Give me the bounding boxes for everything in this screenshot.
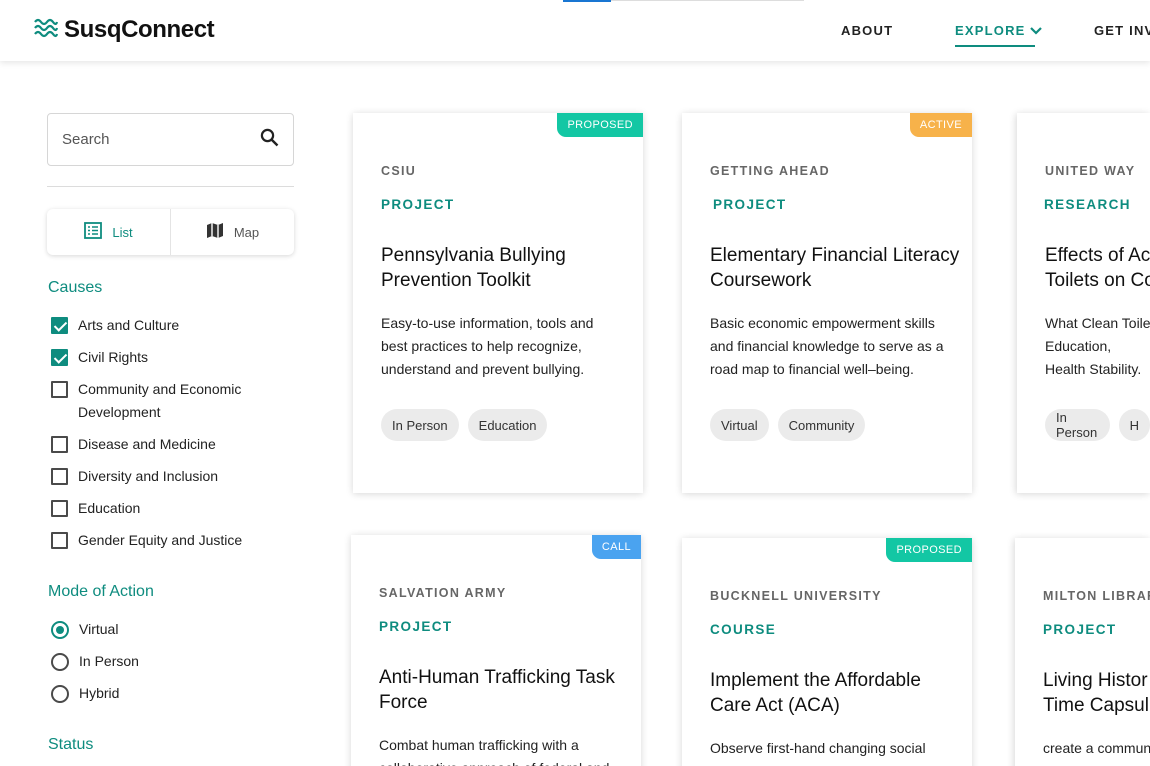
waves-logo-icon [34, 17, 59, 44]
mode-label: In Person [79, 653, 139, 669]
card-type: PROJECT [379, 619, 453, 634]
nav-about[interactable]: ABOUT [841, 23, 893, 38]
nav-get-involved[interactable]: GET INV [1094, 23, 1150, 38]
card-tags: In Person Education [381, 409, 548, 441]
map-view-label: Map [233, 224, 260, 240]
card-tags: Virtual Community [710, 409, 866, 441]
map-icon [206, 222, 224, 242]
tag-chip[interactable]: Education [467, 409, 548, 441]
card-description: What Clean Toile Education, Health Stabi… [1045, 315, 1150, 377]
card-title[interactable]: Effects of Ac Toilets on Co [1045, 243, 1150, 293]
mode-filter-list: Virtual In Person Hybrid [51, 618, 291, 714]
checkbox[interactable] [51, 468, 68, 485]
cause-gender-equity[interactable]: Gender Equity and Justice [51, 529, 291, 561]
mode-hybrid[interactable]: Hybrid [51, 682, 291, 714]
card-title[interactable]: Pennsylvania Bullying Prevention Toolkit [381, 243, 631, 293]
causes-filter-list: Arts and Culture Civil Rights Community … [51, 314, 291, 561]
checkbox[interactable] [51, 436, 68, 453]
card-organization: GETTING AHEAD [710, 164, 830, 178]
mode-in-person[interactable]: In Person [51, 650, 291, 682]
card-description: Basic economic empowerment skills and fi… [710, 315, 944, 377]
page-progress-bar [563, 0, 804, 2]
card-type: COURSE [710, 622, 777, 637]
status-badge: PROPOSED [557, 113, 643, 137]
search-icon[interactable] [260, 128, 279, 152]
list-view-label: List [112, 224, 133, 240]
cause-civil-rights[interactable]: Civil Rights [51, 346, 291, 378]
radio-button[interactable] [51, 653, 69, 671]
search-input[interactable] [62, 131, 252, 148]
mode-label: Hybrid [79, 685, 120, 701]
card-title[interactable]: Elementary Financial Literacy Coursework [710, 243, 960, 293]
tag-chip[interactable]: Community [777, 409, 866, 441]
view-toggle: List Map [47, 209, 294, 255]
cause-label: Gender Equity and Justice [78, 532, 243, 548]
card-organization: BUCKNELL UNIVERSITY [710, 589, 882, 603]
opportunity-card[interactable]: CALL SALVATION ARMY PROJECT Anti-Human T… [351, 535, 641, 766]
cause-disease-medicine[interactable]: Disease and Medicine [51, 433, 291, 465]
checkbox[interactable] [51, 317, 68, 334]
cause-label: Community and Economic Development [78, 381, 242, 420]
cause-label: Arts and Culture [78, 317, 180, 333]
causes-title: Causes [48, 279, 103, 296]
card-organization: UNITED WAY [1045, 164, 1136, 178]
mode-virtual[interactable]: Virtual [51, 618, 291, 650]
card-title[interactable]: Living Histor Time Capsul [1043, 668, 1150, 718]
radio-button[interactable] [51, 685, 69, 703]
tag-chip[interactable]: In Person [1045, 409, 1110, 441]
checkbox[interactable] [51, 381, 68, 398]
list-view-button[interactable]: List [47, 209, 171, 255]
card-description: Combat human trafficking with a collabor… [379, 737, 609, 766]
map-view-button[interactable]: Map [171, 209, 294, 255]
opportunity-card[interactable]: PROPOSED BUCKNELL UNIVERSITY COURSE Impl… [682, 538, 972, 766]
tag-chip[interactable]: In Person [381, 409, 459, 441]
mode-title: Mode of Action [48, 583, 154, 600]
site-header: SusqConnect ABOUT EXPLORE GET INV [0, 0, 1150, 61]
nav-explore-label: EXPLORE [955, 23, 1026, 38]
card-organization: MILTON LIBRAR [1043, 589, 1150, 603]
cause-label: Civil Rights [78, 349, 149, 365]
sidebar-divider [47, 186, 294, 187]
cause-label: Education [78, 500, 141, 516]
checkbox[interactable] [51, 532, 68, 549]
card-type: PROJECT [713, 197, 787, 212]
card-description: Easy-to-use information, tools and best … [381, 315, 594, 377]
chevron-down-icon [1029, 23, 1042, 38]
cause-label: Diversity and Inclusion [78, 468, 219, 484]
card-type: PROJECT [381, 197, 455, 212]
opportunity-card[interactable]: UNITED WAY RESEARCH Effects of Ac Toilet… [1017, 113, 1150, 493]
card-type: RESEARCH [1044, 197, 1131, 212]
card-description: create a commun [1043, 740, 1150, 756]
tag-chip[interactable]: Virtual [710, 409, 769, 441]
opportunity-card[interactable]: MILTON LIBRAR PROJECT Living Histor Time… [1015, 538, 1150, 766]
card-organization: SALVATION ARMY [379, 586, 507, 600]
card-title[interactable]: Anti-Human Trafficking Task Force [379, 665, 629, 715]
card-description: Observe first-hand changing social polic… [710, 740, 926, 766]
opportunity-card[interactable]: ACTIVE GETTING AHEAD PROJECT Elementary … [682, 113, 972, 493]
status-title: Status [48, 736, 94, 753]
opportunity-card[interactable]: PROPOSED CSIU PROJECT Pennsylvania Bully… [353, 113, 643, 493]
search-field[interactable] [47, 113, 294, 166]
cause-education[interactable]: Education [51, 497, 291, 529]
mode-label: Virtual [79, 621, 119, 637]
list-icon [84, 222, 103, 242]
card-tags: In Person H [1045, 409, 1150, 441]
cause-arts-culture[interactable]: Arts and Culture [51, 314, 291, 346]
checkbox[interactable] [51, 349, 68, 366]
cause-community-economic[interactable]: Community and Economic Development [51, 378, 291, 433]
tag-chip[interactable]: H [1118, 409, 1150, 441]
card-title[interactable]: Implement the Affordable Care Act (ACA) [710, 668, 960, 718]
checkbox[interactable] [51, 500, 68, 517]
cause-label: Disease and Medicine [78, 436, 216, 452]
status-badge: ACTIVE [909, 113, 972, 137]
cause-diversity-inclusion[interactable]: Diversity and Inclusion [51, 465, 291, 497]
brand-name: SusqConnect [64, 16, 215, 43]
card-organization: CSIU [381, 164, 417, 178]
status-badge: CALL [591, 535, 641, 559]
radio-button[interactable] [51, 621, 69, 639]
nav-explore[interactable]: EXPLORE [955, 23, 1042, 47]
status-badge: PROPOSED [886, 538, 972, 562]
card-type: PROJECT [1043, 622, 1117, 637]
brand-logo[interactable]: SusqConnect [34, 16, 215, 44]
